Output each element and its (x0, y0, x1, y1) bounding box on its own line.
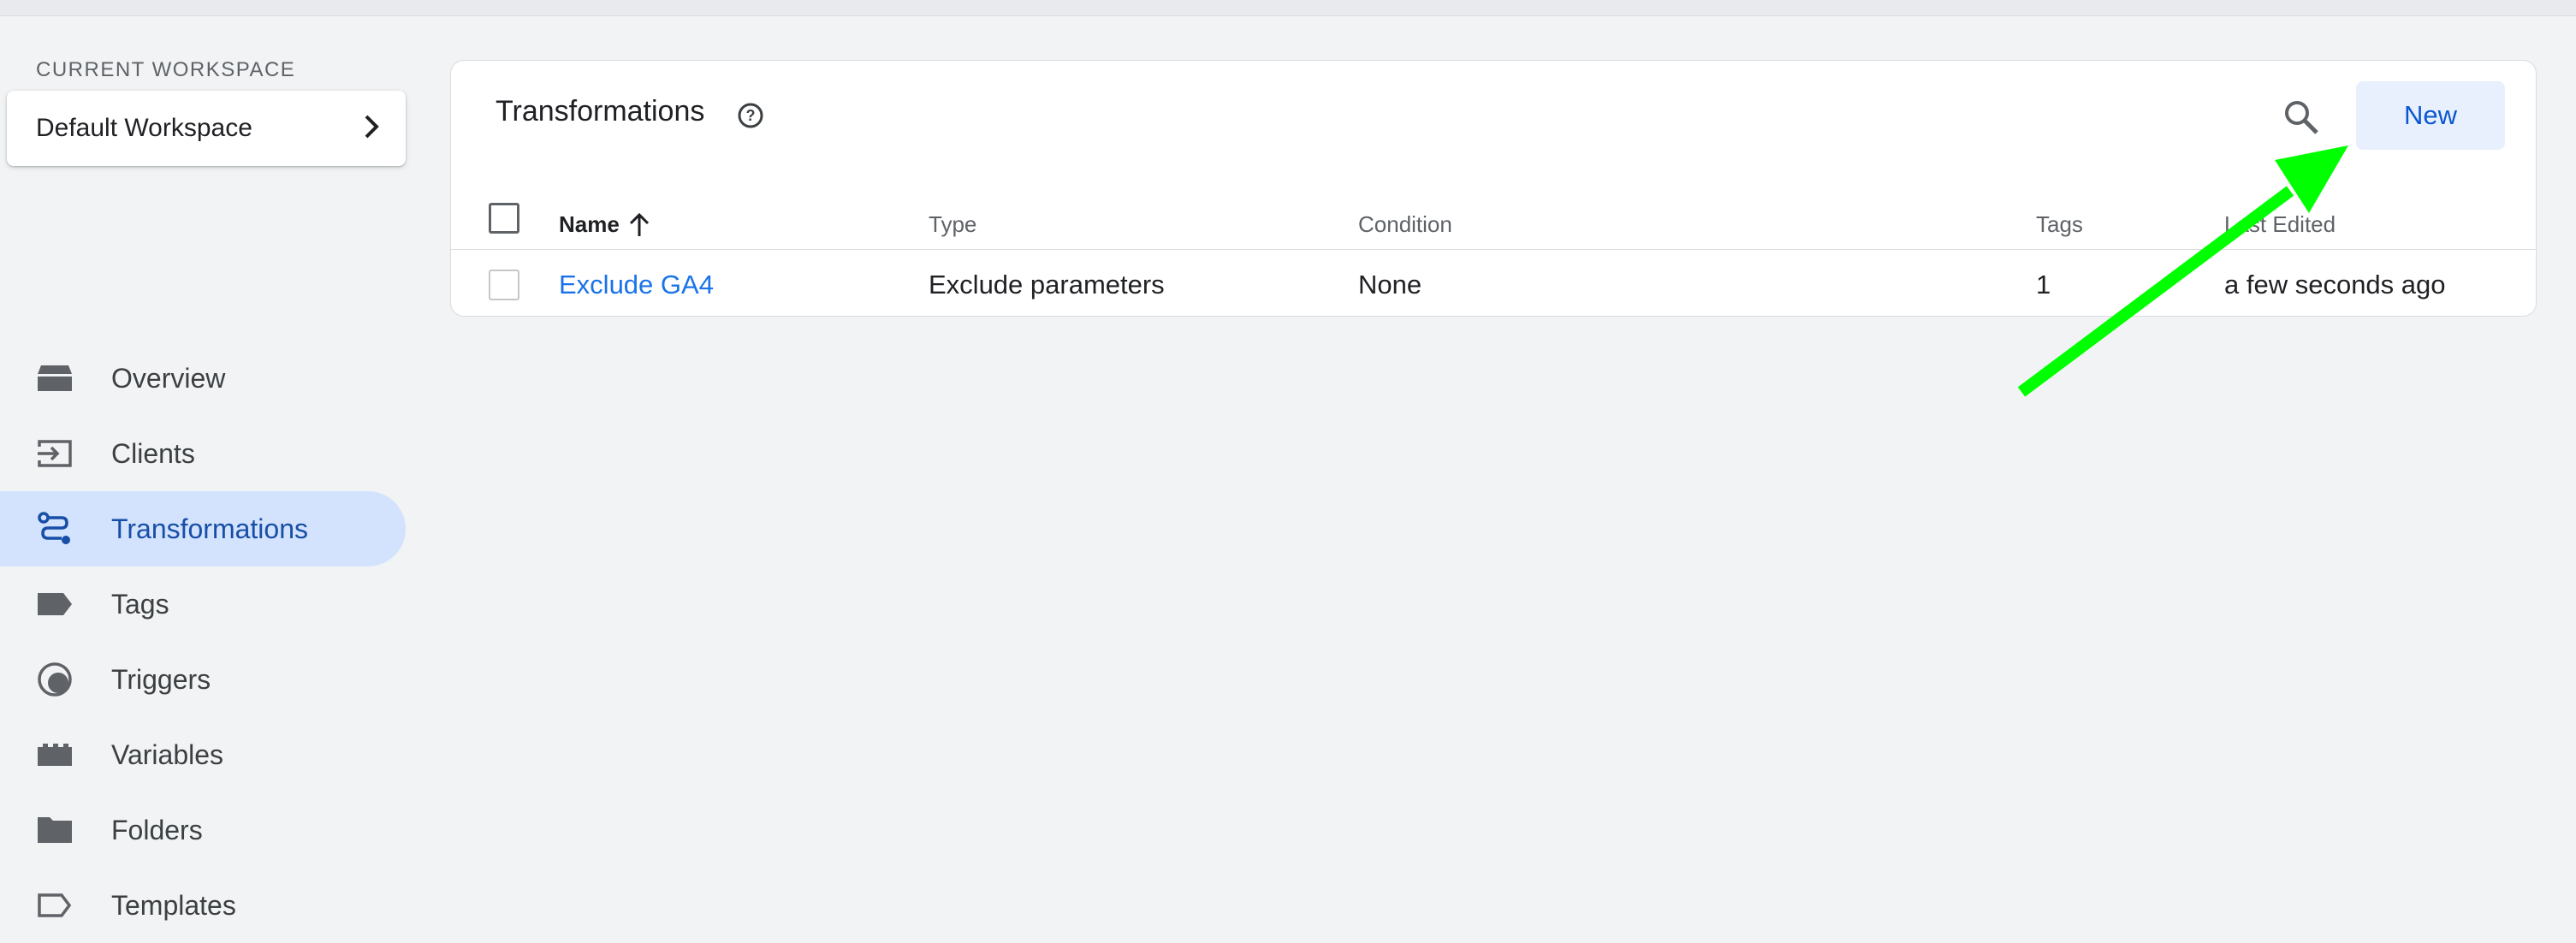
new-button[interactable]: New (2356, 81, 2505, 150)
table-row[interactable]: Exclude GA4 Exclude parameters None 1 a … (451, 249, 2536, 317)
templates-icon (36, 887, 74, 924)
overview-icon (36, 359, 74, 397)
cell-condition: None (1358, 270, 1422, 300)
triggers-icon (36, 661, 74, 698)
column-header-name[interactable]: Name (559, 211, 650, 238)
cell-type: Exclude parameters (929, 270, 1165, 300)
transformations-card: Transformations ? New Name Type Conditio… (450, 60, 2537, 317)
sort-ascending-icon (629, 212, 649, 236)
column-header-tags[interactable]: Tags (2036, 211, 2083, 238)
select-all-checkbox[interactable] (489, 203, 519, 234)
sidebar-item-label: Folders (111, 814, 203, 845)
tag-icon (36, 585, 74, 623)
sidebar-item-tags[interactable]: Tags (0, 566, 406, 642)
search-icon[interactable] (2277, 93, 2325, 141)
sidebar-item-templates[interactable]: Templates (0, 868, 406, 943)
sidebar-item-label: Variables (111, 738, 224, 770)
workspace-label: CURRENT WORKSPACE (36, 58, 296, 81)
sidebar-item-triggers[interactable]: Triggers (0, 642, 406, 717)
top-bar (0, 0, 2576, 16)
clients-icon (36, 435, 74, 472)
sidebar-item-label: Overview (111, 362, 226, 394)
sidebar-item-transformations[interactable]: Transformations (0, 491, 406, 566)
sidebar-item-label: Triggers (111, 663, 211, 695)
workspace-selector[interactable]: Default Workspace (7, 91, 406, 166)
sidebar-item-clients[interactable]: Clients (0, 416, 406, 491)
column-header-label: Name (559, 211, 620, 237)
sidebar-item-label: Clients (111, 437, 195, 469)
sidebar-item-overview[interactable]: Overview (0, 341, 406, 416)
workspace-name: Default Workspace (36, 114, 252, 142)
transformations-icon (36, 510, 74, 548)
table-header: Name Type Condition Tags Last Edited (451, 172, 2536, 250)
column-header-last-edited[interactable]: Last Edited (2224, 211, 2336, 238)
column-header-condition[interactable]: Condition (1358, 211, 1452, 238)
transformation-name-link[interactable]: Exclude GA4 (559, 270, 714, 300)
sidebar-item-label: Templates (111, 889, 236, 921)
column-header-type[interactable]: Type (929, 211, 976, 238)
cell-tags: 1 (2036, 270, 2051, 300)
variables-icon (36, 736, 74, 774)
sidebar-item-label: Transformations (111, 513, 308, 544)
sidebar-item-variables[interactable]: Variables (0, 717, 406, 792)
sidebar-item-label: Tags (111, 588, 169, 620)
cell-last-edited: a few seconds ago (2224, 270, 2446, 300)
svg-text:?: ? (746, 107, 756, 124)
sidebar-item-folders[interactable]: Folders (0, 792, 406, 868)
page-title: Transformations (496, 95, 705, 128)
row-checkbox[interactable] (489, 270, 519, 300)
chevron-right-icon (363, 114, 380, 144)
folder-icon (36, 811, 74, 849)
help-icon[interactable]: ? (733, 98, 768, 133)
